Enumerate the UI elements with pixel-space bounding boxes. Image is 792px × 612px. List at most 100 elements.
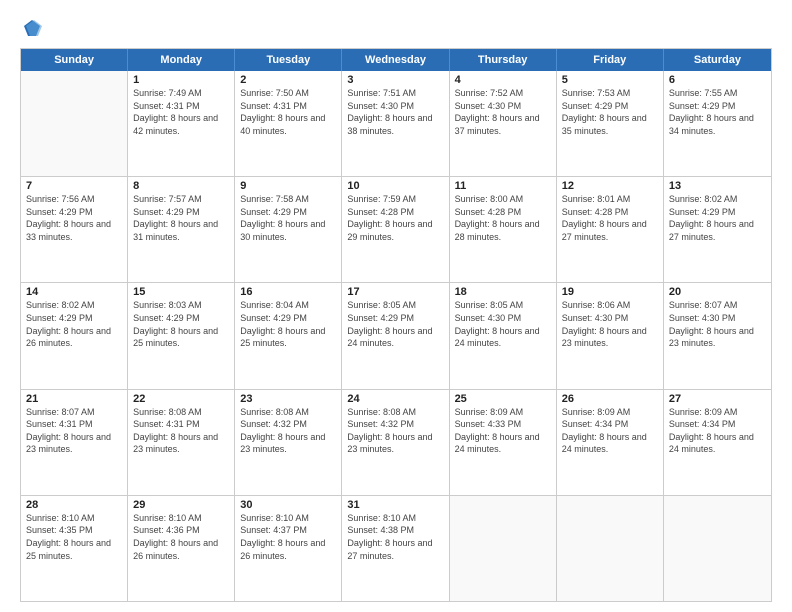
day-number: 21 bbox=[26, 393, 122, 405]
day-number: 18 bbox=[455, 286, 551, 298]
day-info: Sunrise: 8:09 AMSunset: 4:33 PMDaylight:… bbox=[455, 406, 551, 456]
calendar-cell: 16Sunrise: 8:04 AMSunset: 4:29 PMDayligh… bbox=[235, 283, 342, 388]
calendar-cell: 12Sunrise: 8:01 AMSunset: 4:28 PMDayligh… bbox=[557, 177, 664, 282]
day-number: 1 bbox=[133, 74, 229, 86]
day-info: Sunrise: 7:51 AMSunset: 4:30 PMDaylight:… bbox=[347, 87, 443, 137]
day-number: 24 bbox=[347, 393, 443, 405]
day-number: 7 bbox=[26, 180, 122, 192]
calendar-cell: 15Sunrise: 8:03 AMSunset: 4:29 PMDayligh… bbox=[128, 283, 235, 388]
day-number: 15 bbox=[133, 286, 229, 298]
calendar-cell bbox=[557, 496, 664, 601]
day-info: Sunrise: 8:02 AMSunset: 4:29 PMDaylight:… bbox=[669, 193, 766, 243]
day-info: Sunrise: 8:05 AMSunset: 4:29 PMDaylight:… bbox=[347, 299, 443, 349]
day-info: Sunrise: 8:08 AMSunset: 4:31 PMDaylight:… bbox=[133, 406, 229, 456]
calendar-header-cell: Thursday bbox=[450, 49, 557, 71]
day-number: 16 bbox=[240, 286, 336, 298]
calendar-cell: 13Sunrise: 8:02 AMSunset: 4:29 PMDayligh… bbox=[664, 177, 771, 282]
calendar-cell: 25Sunrise: 8:09 AMSunset: 4:33 PMDayligh… bbox=[450, 390, 557, 495]
day-number: 28 bbox=[26, 499, 122, 511]
calendar-header-cell: Saturday bbox=[664, 49, 771, 71]
day-number: 23 bbox=[240, 393, 336, 405]
calendar-cell: 4Sunrise: 7:52 AMSunset: 4:30 PMDaylight… bbox=[450, 71, 557, 176]
calendar-cell: 14Sunrise: 8:02 AMSunset: 4:29 PMDayligh… bbox=[21, 283, 128, 388]
calendar-cell: 30Sunrise: 8:10 AMSunset: 4:37 PMDayligh… bbox=[235, 496, 342, 601]
calendar-header-cell: Friday bbox=[557, 49, 664, 71]
calendar-cell: 10Sunrise: 7:59 AMSunset: 4:28 PMDayligh… bbox=[342, 177, 449, 282]
calendar-cell: 3Sunrise: 7:51 AMSunset: 4:30 PMDaylight… bbox=[342, 71, 449, 176]
day-info: Sunrise: 8:09 AMSunset: 4:34 PMDaylight:… bbox=[669, 406, 766, 456]
day-number: 6 bbox=[669, 74, 766, 86]
calendar-cell: 7Sunrise: 7:56 AMSunset: 4:29 PMDaylight… bbox=[21, 177, 128, 282]
calendar-row: 7Sunrise: 7:56 AMSunset: 4:29 PMDaylight… bbox=[21, 176, 771, 282]
day-info: Sunrise: 7:59 AMSunset: 4:28 PMDaylight:… bbox=[347, 193, 443, 243]
day-info: Sunrise: 8:00 AMSunset: 4:28 PMDaylight:… bbox=[455, 193, 551, 243]
day-info: Sunrise: 7:52 AMSunset: 4:30 PMDaylight:… bbox=[455, 87, 551, 137]
calendar-cell: 1Sunrise: 7:49 AMSunset: 4:31 PMDaylight… bbox=[128, 71, 235, 176]
day-info: Sunrise: 8:10 AMSunset: 4:36 PMDaylight:… bbox=[133, 512, 229, 562]
day-number: 19 bbox=[562, 286, 658, 298]
calendar-cell: 22Sunrise: 8:08 AMSunset: 4:31 PMDayligh… bbox=[128, 390, 235, 495]
day-number: 12 bbox=[562, 180, 658, 192]
day-info: Sunrise: 8:10 AMSunset: 4:35 PMDaylight:… bbox=[26, 512, 122, 562]
day-number: 14 bbox=[26, 286, 122, 298]
calendar-row: 14Sunrise: 8:02 AMSunset: 4:29 PMDayligh… bbox=[21, 282, 771, 388]
calendar-cell: 27Sunrise: 8:09 AMSunset: 4:34 PMDayligh… bbox=[664, 390, 771, 495]
day-info: Sunrise: 8:10 AMSunset: 4:38 PMDaylight:… bbox=[347, 512, 443, 562]
calendar-cell: 9Sunrise: 7:58 AMSunset: 4:29 PMDaylight… bbox=[235, 177, 342, 282]
calendar-cell bbox=[450, 496, 557, 601]
day-info: Sunrise: 8:07 AMSunset: 4:31 PMDaylight:… bbox=[26, 406, 122, 456]
day-info: Sunrise: 7:56 AMSunset: 4:29 PMDaylight:… bbox=[26, 193, 122, 243]
day-number: 30 bbox=[240, 499, 336, 511]
day-number: 27 bbox=[669, 393, 766, 405]
calendar-cell bbox=[664, 496, 771, 601]
day-info: Sunrise: 7:58 AMSunset: 4:29 PMDaylight:… bbox=[240, 193, 336, 243]
calendar-header-cell: Tuesday bbox=[235, 49, 342, 71]
day-info: Sunrise: 8:10 AMSunset: 4:37 PMDaylight:… bbox=[240, 512, 336, 562]
calendar-row: 28Sunrise: 8:10 AMSunset: 4:35 PMDayligh… bbox=[21, 495, 771, 601]
day-number: 17 bbox=[347, 286, 443, 298]
day-number: 13 bbox=[669, 180, 766, 192]
calendar-row: 21Sunrise: 8:07 AMSunset: 4:31 PMDayligh… bbox=[21, 389, 771, 495]
calendar-header-cell: Monday bbox=[128, 49, 235, 71]
calendar-cell: 26Sunrise: 8:09 AMSunset: 4:34 PMDayligh… bbox=[557, 390, 664, 495]
day-number: 26 bbox=[562, 393, 658, 405]
logo bbox=[20, 18, 42, 38]
calendar-header: SundayMondayTuesdayWednesdayThursdayFrid… bbox=[21, 49, 771, 71]
calendar-cell: 17Sunrise: 8:05 AMSunset: 4:29 PMDayligh… bbox=[342, 283, 449, 388]
calendar-cell: 23Sunrise: 8:08 AMSunset: 4:32 PMDayligh… bbox=[235, 390, 342, 495]
calendar-cell: 31Sunrise: 8:10 AMSunset: 4:38 PMDayligh… bbox=[342, 496, 449, 601]
day-number: 10 bbox=[347, 180, 443, 192]
calendar-cell: 29Sunrise: 8:10 AMSunset: 4:36 PMDayligh… bbox=[128, 496, 235, 601]
logo-icon bbox=[22, 18, 42, 38]
calendar-cell: 5Sunrise: 7:53 AMSunset: 4:29 PMDaylight… bbox=[557, 71, 664, 176]
calendar-cell: 8Sunrise: 7:57 AMSunset: 4:29 PMDaylight… bbox=[128, 177, 235, 282]
day-number: 8 bbox=[133, 180, 229, 192]
day-number: 22 bbox=[133, 393, 229, 405]
day-info: Sunrise: 8:08 AMSunset: 4:32 PMDaylight:… bbox=[347, 406, 443, 456]
day-number: 11 bbox=[455, 180, 551, 192]
day-info: Sunrise: 7:55 AMSunset: 4:29 PMDaylight:… bbox=[669, 87, 766, 137]
day-info: Sunrise: 7:57 AMSunset: 4:29 PMDaylight:… bbox=[133, 193, 229, 243]
day-number: 3 bbox=[347, 74, 443, 86]
day-number: 31 bbox=[347, 499, 443, 511]
day-number: 20 bbox=[669, 286, 766, 298]
calendar-header-cell: Wednesday bbox=[342, 49, 449, 71]
calendar-header-cell: Sunday bbox=[21, 49, 128, 71]
calendar-cell: 19Sunrise: 8:06 AMSunset: 4:30 PMDayligh… bbox=[557, 283, 664, 388]
day-info: Sunrise: 8:03 AMSunset: 4:29 PMDaylight:… bbox=[133, 299, 229, 349]
day-info: Sunrise: 8:08 AMSunset: 4:32 PMDaylight:… bbox=[240, 406, 336, 456]
calendar-cell: 24Sunrise: 8:08 AMSunset: 4:32 PMDayligh… bbox=[342, 390, 449, 495]
day-info: Sunrise: 7:53 AMSunset: 4:29 PMDaylight:… bbox=[562, 87, 658, 137]
calendar-row: 1Sunrise: 7:49 AMSunset: 4:31 PMDaylight… bbox=[21, 71, 771, 176]
calendar-cell: 21Sunrise: 8:07 AMSunset: 4:31 PMDayligh… bbox=[21, 390, 128, 495]
day-info: Sunrise: 8:05 AMSunset: 4:30 PMDaylight:… bbox=[455, 299, 551, 349]
day-number: 2 bbox=[240, 74, 336, 86]
day-info: Sunrise: 8:01 AMSunset: 4:28 PMDaylight:… bbox=[562, 193, 658, 243]
day-info: Sunrise: 8:02 AMSunset: 4:29 PMDaylight:… bbox=[26, 299, 122, 349]
calendar-cell: 18Sunrise: 8:05 AMSunset: 4:30 PMDayligh… bbox=[450, 283, 557, 388]
day-info: Sunrise: 8:07 AMSunset: 4:30 PMDaylight:… bbox=[669, 299, 766, 349]
calendar-cell: 6Sunrise: 7:55 AMSunset: 4:29 PMDaylight… bbox=[664, 71, 771, 176]
calendar-body: 1Sunrise: 7:49 AMSunset: 4:31 PMDaylight… bbox=[21, 71, 771, 601]
day-number: 4 bbox=[455, 74, 551, 86]
day-number: 9 bbox=[240, 180, 336, 192]
